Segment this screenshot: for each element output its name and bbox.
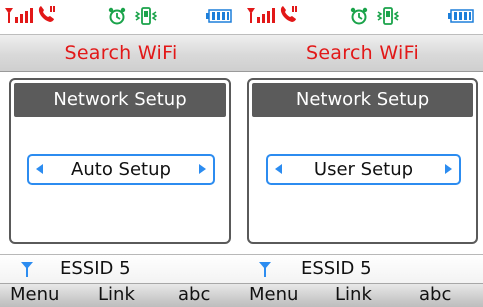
screen-user-setup: Search WiFi Network Setup User Setup ESS…: [242, 0, 483, 307]
screen-auto-setup: Search WiFi Network Setup Auto Setup ESS…: [0, 0, 242, 307]
ssid-label: ESSID 5: [60, 258, 131, 279]
panel-header: Network Setup: [252, 83, 473, 117]
arrow-right-icon[interactable]: [445, 164, 452, 174]
phone-screens: Search WiFi Network Setup Auto Setup ESS…: [0, 0, 483, 307]
alarm-clock-icon: [108, 7, 126, 25]
status-bar: [0, 0, 242, 34]
menu-softkey[interactable]: Menu: [249, 284, 298, 306]
page-title: Search WiFi: [0, 34, 242, 72]
link-softkey[interactable]: Link: [98, 284, 135, 306]
softkey-bar: Menu Link abc: [0, 283, 242, 307]
wifi-antenna-icon: [259, 262, 271, 277]
input-mode-softkey[interactable]: abc: [419, 284, 451, 306]
ssid-bar: ESSID 5: [0, 254, 242, 283]
battery-icon: [206, 9, 232, 23]
page-title: Search WiFi: [242, 34, 483, 72]
signal-bars-icon: [247, 8, 275, 23]
call-icon: [280, 6, 297, 22]
network-setup-panel: Network Setup User Setup: [247, 78, 478, 244]
call-icon: [38, 6, 55, 22]
ssid-label: ESSID 5: [301, 258, 372, 279]
ssid-bar: ESSID 5: [242, 254, 483, 283]
selector-value: Auto Setup: [71, 159, 171, 180]
vibrate-icon: [135, 7, 157, 25]
arrow-right-icon[interactable]: [199, 164, 206, 174]
input-mode-softkey[interactable]: abc: [178, 284, 210, 306]
link-softkey[interactable]: Link: [335, 284, 372, 306]
setup-mode-selector[interactable]: Auto Setup: [27, 154, 215, 185]
setup-mode-selector[interactable]: User Setup: [266, 154, 461, 185]
arrow-left-icon[interactable]: [36, 164, 43, 174]
network-setup-panel: Network Setup Auto Setup: [9, 78, 231, 244]
panel-header: Network Setup: [14, 83, 226, 117]
selector-value: User Setup: [313, 159, 414, 180]
softkey-bar: Menu Link abc: [242, 283, 483, 307]
battery-icon: [448, 9, 474, 23]
alarm-clock-icon: [350, 7, 368, 25]
wifi-antenna-icon: [21, 262, 33, 277]
menu-softkey[interactable]: Menu: [10, 284, 59, 306]
vibrate-icon: [377, 7, 399, 25]
arrow-left-icon[interactable]: [275, 164, 282, 174]
status-bar: [242, 0, 483, 34]
signal-bars-icon: [5, 8, 33, 23]
